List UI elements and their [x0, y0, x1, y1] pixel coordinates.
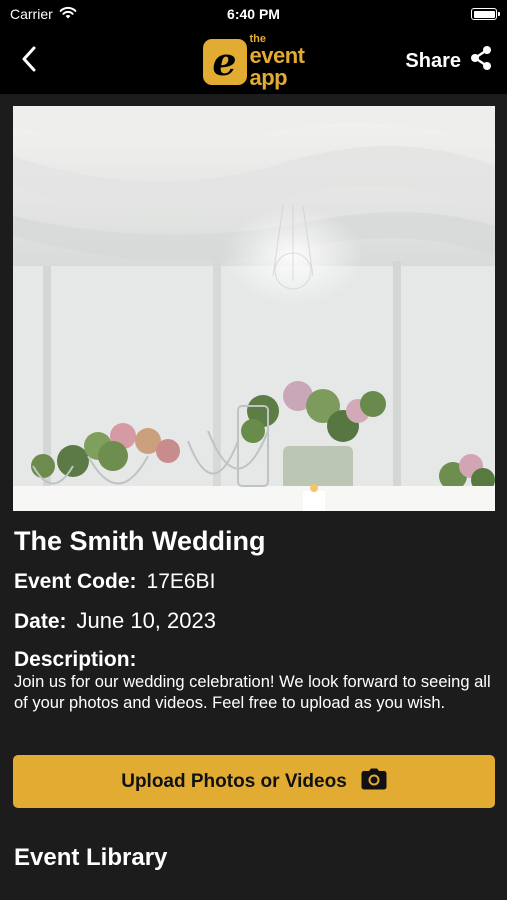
event-date-value: June 10, 2023	[76, 608, 216, 633]
back-button[interactable]	[14, 41, 44, 81]
event-code-row: Event Code: 17E6BI	[14, 570, 215, 594]
description-label: Description:	[14, 648, 137, 671]
battery-icon	[471, 8, 500, 20]
description-text: Join us for our wedding celebration! We …	[14, 673, 491, 712]
wifi-icon	[59, 6, 77, 22]
logo-wordmark: the event app	[250, 34, 305, 89]
back-chevron-icon	[21, 46, 37, 77]
logo-app: app	[249, 65, 288, 90]
event-date-row: Date: June 10, 2023	[14, 608, 216, 634]
event-code-value: 17E6BI	[146, 570, 216, 593]
event-library-title: Event Library	[14, 844, 168, 871]
event-cover-image	[13, 106, 495, 511]
event-date-label: Date:	[14, 610, 67, 633]
upload-button-label: Upload Photos or Videos	[121, 770, 347, 792]
share-icon	[469, 45, 493, 77]
camera-icon	[361, 768, 387, 796]
navigation-bar: e the event app Share	[0, 28, 507, 94]
app-logo: e the event app	[202, 34, 305, 89]
event-code-label: Event Code:	[14, 570, 137, 593]
logo-badge: e	[202, 38, 247, 85]
carrier-label: Carrier	[10, 6, 53, 22]
status-left: Carrier	[10, 6, 77, 22]
upload-media-button[interactable]: Upload Photos or Videos	[13, 755, 495, 808]
share-button[interactable]: Share	[405, 45, 493, 77]
status-bar: Carrier 6:40 PM	[0, 0, 507, 28]
event-title: The Smith Wedding	[14, 526, 266, 556]
share-label: Share	[405, 49, 461, 72]
logo-event: event	[249, 43, 305, 68]
